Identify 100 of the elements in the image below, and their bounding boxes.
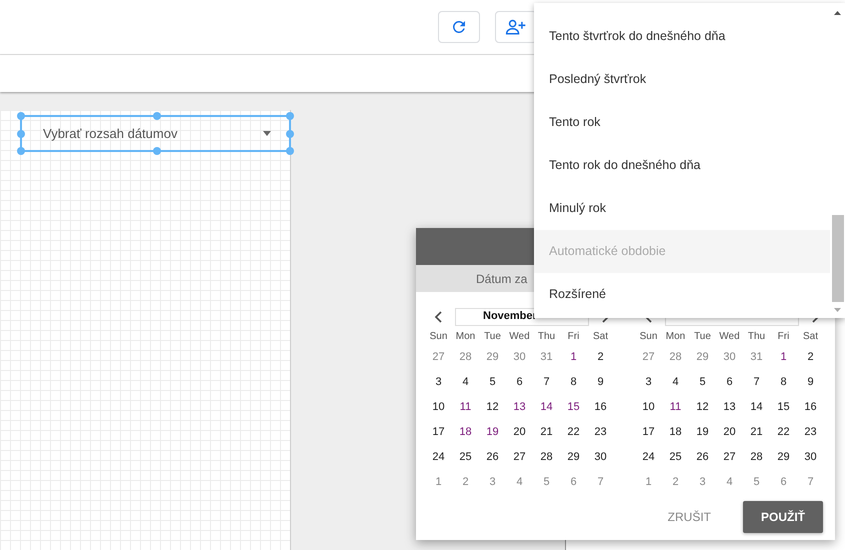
calendar-day[interactable]: 22 [770,426,797,438]
calendar-day[interactable]: 3 [425,376,452,388]
calendar-day[interactable]: 18 [662,426,689,438]
calendar-day[interactable]: 15 [560,400,587,412]
calendar-day[interactable]: 31 [743,350,770,362]
calendar-day[interactable]: 28 [452,350,479,362]
resize-handle[interactable] [17,147,25,155]
calendar-day[interactable]: 30 [587,450,614,462]
calendar-day[interactable]: 21 [533,426,560,438]
calendar-day[interactable]: 2 [797,350,824,362]
calendar-day[interactable]: 11 [452,400,479,412]
calendar-day[interactable]: 27 [425,350,452,362]
calendar-day[interactable]: 26 [479,450,506,462]
calendar-day[interactable]: 20 [716,426,743,438]
menu-item[interactable]: Tento rok do dnešného dňa [534,144,830,187]
calendar-day[interactable]: 15 [770,400,797,412]
calendar-day[interactable]: 29 [689,350,716,362]
calendar-day[interactable]: 24 [635,450,662,462]
cancel-button[interactable]: ZRUŠIT [668,510,711,524]
calendar-day[interactable]: 13 [506,400,533,412]
calendar-day[interactable]: 20 [506,426,533,438]
calendar-day[interactable]: 27 [635,350,662,362]
calendar-day[interactable]: 27 [506,450,533,462]
apply-button[interactable]: POUŽIŤ [743,501,823,533]
calendar-day[interactable]: 27 [716,450,743,462]
resize-handle[interactable] [17,112,25,120]
calendar-day[interactable]: 3 [479,476,506,488]
calendar-day[interactable]: 8 [770,376,797,388]
calendar-day[interactable]: 7 [587,476,614,488]
resize-handle[interactable] [153,147,161,155]
calendar-day[interactable]: 6 [770,476,797,488]
calendar-day[interactable]: 5 [689,376,716,388]
calendar-day[interactable]: 21 [743,426,770,438]
calendar-day[interactable]: 12 [689,400,716,412]
calendar-day[interactable]: 4 [662,376,689,388]
calendar-day[interactable]: 9 [797,376,824,388]
calendar-day[interactable]: 2 [452,476,479,488]
calendar-day[interactable]: 4 [506,476,533,488]
calendar-day[interactable]: 1 [770,350,797,362]
calendar-day[interactable]: 13 [716,400,743,412]
calendar-day[interactable]: 6 [560,476,587,488]
calendar-day[interactable]: 29 [770,450,797,462]
calendar-day[interactable]: 30 [797,450,824,462]
calendar-day[interactable]: 22 [560,426,587,438]
resize-handle[interactable] [286,130,294,138]
resize-handle[interactable] [153,112,161,120]
calendar-day[interactable]: 3 [635,376,662,388]
menu-item[interactable]: Tento štvrťrok do dnešného dňa [534,15,830,58]
calendar-day[interactable]: 14 [533,400,560,412]
calendar-day[interactable]: 17 [425,426,452,438]
scrollbar[interactable] [830,3,845,318]
calendar-day[interactable]: 16 [797,400,824,412]
calendar-day[interactable]: 7 [743,376,770,388]
calendar-day[interactable]: 28 [743,450,770,462]
calendar-day[interactable]: 14 [743,400,770,412]
resize-handle[interactable] [17,130,25,138]
resize-handle[interactable] [286,147,294,155]
calendar-day[interactable]: 30 [716,350,743,362]
refresh-button[interactable] [438,11,480,43]
calendar-day[interactable]: 31 [533,350,560,362]
calendar-day[interactable]: 8 [560,376,587,388]
calendar-day[interactable]: 6 [506,376,533,388]
calendar-day[interactable]: 1 [635,476,662,488]
calendar-day[interactable]: 12 [479,400,506,412]
scrollbar-thumb[interactable] [832,215,844,302]
calendar-day[interactable]: 5 [479,376,506,388]
scroll-down-icon[interactable] [834,308,841,312]
calendar-day[interactable]: 11 [662,400,689,412]
menu-item[interactable]: Tento rok [534,101,830,144]
resize-handle[interactable] [286,112,294,120]
calendar-day[interactable]: 23 [797,426,824,438]
calendar-day[interactable]: 4 [716,476,743,488]
add-person-button[interactable] [495,11,537,43]
calendar-day[interactable]: 29 [560,450,587,462]
calendar-day[interactable]: 4 [452,376,479,388]
menu-item[interactable]: Minulý rok [534,187,830,230]
date-range-control[interactable]: Vybrať rozsah dátumov [20,115,291,152]
calendar-day[interactable]: 10 [425,400,452,412]
calendar-day[interactable]: 2 [662,476,689,488]
calendar-day[interactable]: 1 [560,350,587,362]
calendar-day[interactable]: 19 [689,426,716,438]
calendar-day[interactable]: 29 [479,350,506,362]
calendar-day[interactable]: 17 [635,426,662,438]
calendar-day[interactable]: 5 [533,476,560,488]
calendar-day[interactable]: 7 [533,376,560,388]
calendar-day[interactable]: 28 [662,350,689,362]
calendar-day[interactable]: 16 [587,400,614,412]
calendar-day[interactable]: 25 [452,450,479,462]
calendar-day[interactable]: 10 [635,400,662,412]
calendar-day[interactable]: 2 [587,350,614,362]
calendar-day[interactable]: 5 [743,476,770,488]
calendar-day[interactable]: 18 [452,426,479,438]
calendar-day[interactable]: 3 [689,476,716,488]
calendar-day[interactable]: 1 [425,476,452,488]
calendar-day[interactable]: 28 [533,450,560,462]
calendar-day[interactable]: 6 [716,376,743,388]
calendar-day[interactable]: 23 [587,426,614,438]
calendar-day[interactable]: 7 [797,476,824,488]
calendar-day[interactable]: 9 [587,376,614,388]
scroll-up-icon[interactable] [834,11,841,15]
